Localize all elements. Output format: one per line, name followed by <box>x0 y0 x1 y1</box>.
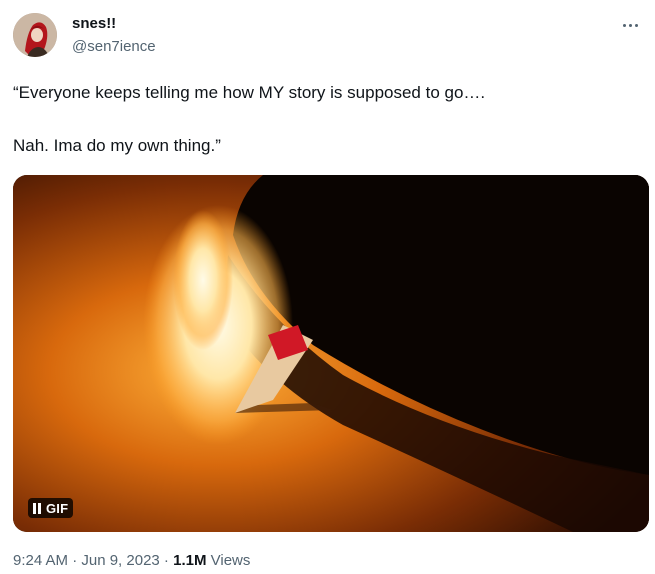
views-label: Views <box>210 552 251 569</box>
tweet-text-line-1: “Everyone keeps telling me how MY story … <box>13 83 486 102</box>
more-options-button[interactable] <box>619 18 641 32</box>
tweet-meta: 9:24 AM · Jun 9, 2023 · 1.1M Views <box>13 552 250 570</box>
gif-media[interactable]: GIF <box>13 175 649 532</box>
display-name[interactable]: snes!! <box>72 15 116 33</box>
gif-frame <box>13 175 649 532</box>
more-horizontal-icon <box>622 23 626 27</box>
pause-icon <box>33 502 41 514</box>
timestamp[interactable]: 9:24 AM · Jun 9, 2023 · <box>13 552 169 569</box>
more-dot <box>628 23 632 27</box>
gif-label: GIF <box>46 500 69 516</box>
user-handle[interactable]: @sen7ience <box>72 38 156 56</box>
views-count: 1.1M <box>173 552 207 569</box>
more-dot <box>634 23 638 27</box>
tweet-text-line-2: Nah. Ima do my own thing.” <box>13 136 221 155</box>
gif-badge[interactable]: GIF <box>28 498 74 518</box>
avatar[interactable] <box>13 13 57 57</box>
